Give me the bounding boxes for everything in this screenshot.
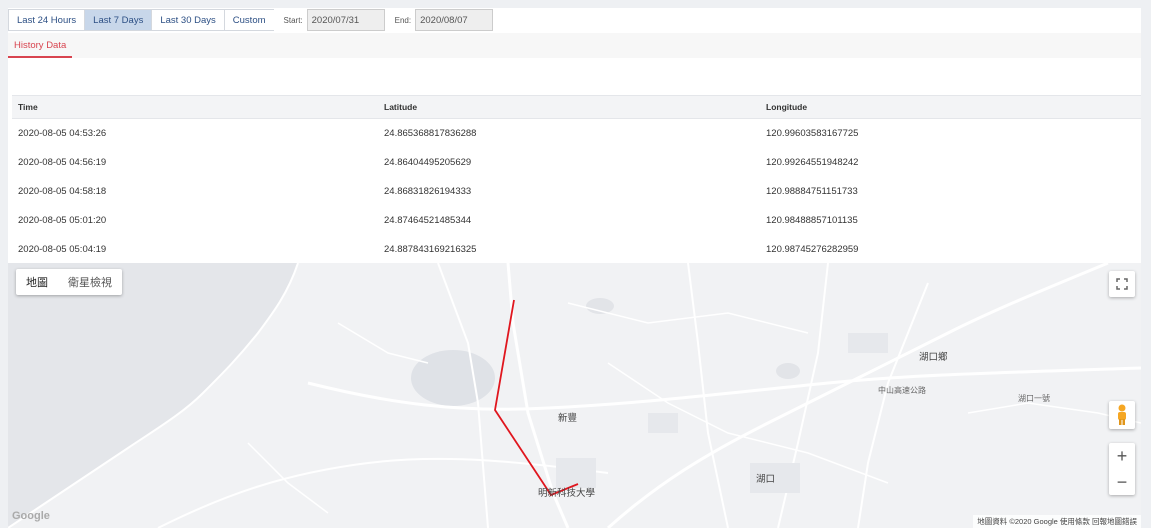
- map-label-hukou: 湖口: [756, 474, 776, 485]
- cell-longitude: 120.99264551948242: [766, 157, 859, 168]
- cell-time: 2020-08-05 05:01:20: [18, 215, 107, 226]
- cell-time: 2020-08-05 04:56:19: [18, 157, 107, 168]
- table-row: 2020-08-05 04:56:19 24.86404495205629 12…: [12, 148, 1141, 177]
- road-network: [157, 263, 1141, 528]
- history-panel: Last 24 Hours Last 7 Days Last 30 Days C…: [8, 8, 1141, 528]
- fullscreen-button[interactable]: [1109, 271, 1135, 297]
- pond: [776, 363, 800, 379]
- column-header-latitude[interactable]: Latitude: [378, 102, 760, 112]
- end-date-field[interactable]: 2020/08/07: [415, 9, 494, 31]
- cell-time: 2020-08-05 04:53:26: [18, 128, 107, 139]
- map-label-mingxin-university: 明新科技大學: [538, 488, 596, 499]
- column-header-time[interactable]: Time: [12, 102, 378, 112]
- satellite-view-button[interactable]: 衛星檢視: [58, 269, 122, 295]
- cell-latitude: 24.87464521485344: [384, 215, 472, 226]
- table-header: Time Latitude Longitude: [12, 95, 1141, 119]
- cell-time: 2020-08-05 04:58:18: [18, 186, 107, 197]
- table-row: 2020-08-05 05:01:20 24.87464521485344 12…: [12, 206, 1141, 235]
- cell-longitude: 120.98745276282959: [766, 244, 859, 255]
- tab-history-data[interactable]: History Data: [8, 33, 73, 58]
- last-24-hours-button[interactable]: Last 24 Hours: [8, 9, 85, 31]
- table-row: 2020-08-05 05:04:19 24.887843169216325 1…: [12, 235, 1141, 264]
- start-date-field[interactable]: 2020/07/31: [306, 9, 385, 31]
- tab-strip: History Data: [8, 33, 1141, 58]
- cell-longitude: 120.99603583167725: [766, 128, 859, 139]
- cell-latitude: 24.86404495205629: [384, 157, 472, 168]
- map-label-hukou-township: 湖口鄉: [919, 352, 948, 363]
- zoom-out-button[interactable]: −: [1109, 469, 1135, 495]
- map-view-button[interactable]: 地圖: [16, 269, 58, 295]
- map-label-xinfeng: 新豐: [558, 413, 578, 424]
- cell-longitude: 120.98488857101135: [766, 215, 858, 226]
- map-label-highway: 中山高速公路: [878, 386, 926, 395]
- last-7-days-button[interactable]: Last 7 Days: [84, 9, 152, 31]
- end-date-label: End:: [394, 15, 412, 25]
- cell-latitude: 24.865368817836288: [384, 128, 477, 139]
- map-attribution[interactable]: 地圖資料 ©2020 Google 使用條款 回報地圖錯誤: [973, 515, 1141, 528]
- zoom-in-button[interactable]: +: [1109, 443, 1135, 469]
- street-view-pegman[interactable]: [1109, 401, 1135, 429]
- start-date-group: Start: 2020/07/31: [284, 9, 385, 31]
- reservoir: [411, 350, 495, 406]
- cell-time: 2020-08-05 05:04:19: [18, 244, 107, 255]
- cell-longitude: 120.98884751151733: [766, 186, 858, 197]
- map-type-control: 地圖 衛星檢視: [16, 269, 122, 295]
- pegman-icon: [1118, 404, 1126, 425]
- time-range-bar: Last 24 Hours Last 7 Days Last 30 Days C…: [8, 8, 494, 32]
- route-map[interactable]: 湖口鄉 中山高速公路 新豐 湖口 明新科技大學 湖口一號 地圖 衛星檢視 + −: [8, 263, 1141, 528]
- fullscreen-icon: [1116, 278, 1128, 290]
- google-logo: Google: [12, 510, 50, 522]
- cell-latitude: 24.86831826194333: [384, 186, 472, 197]
- custom-range-button[interactable]: Custom: [223, 9, 274, 31]
- table-row: 2020-08-05 04:58:18 24.86831826194333 12…: [12, 177, 1141, 206]
- history-table: Time Latitude Longitude 2020-08-05 04:53…: [12, 95, 1141, 264]
- last-30-days-button[interactable]: Last 30 Days: [151, 9, 224, 31]
- start-date-label: Start:: [283, 15, 303, 25]
- zoom-control: + −: [1109, 443, 1135, 495]
- city-blocks: [556, 333, 888, 493]
- cell-latitude: 24.887843169216325: [384, 244, 477, 255]
- table-row: 2020-08-05 04:53:26 24.865368817836288 1…: [12, 119, 1141, 148]
- map-label-road: 湖口一號: [1018, 394, 1050, 403]
- column-header-longitude[interactable]: Longitude: [760, 102, 1130, 112]
- end-date-group: End: 2020/08/07: [394, 9, 494, 31]
